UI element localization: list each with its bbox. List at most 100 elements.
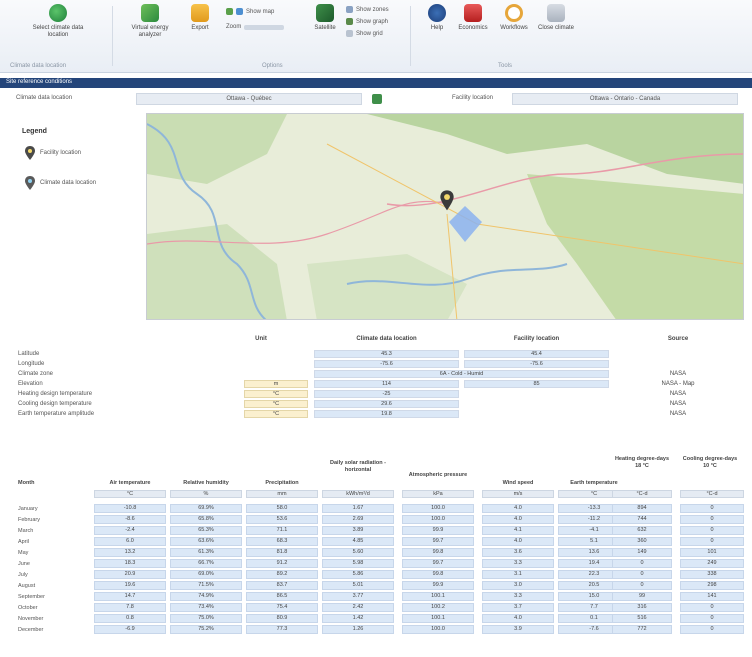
table-cell[interactable]: 249 (680, 559, 744, 568)
table-cell[interactable]: 99 (612, 592, 672, 601)
export-button[interactable]: Export (186, 4, 214, 32)
table-cell[interactable]: 3.89 (322, 526, 394, 535)
table-cell[interactable]: 99.9 (402, 526, 474, 535)
table-cell[interactable]: -8.6 (94, 515, 166, 524)
table-cell[interactable]: 5.01 (322, 581, 394, 590)
table-cell[interactable]: 3.9 (482, 625, 554, 634)
table-cell[interactable]: 0 (612, 559, 672, 568)
satellite-button[interactable]: Satellite (312, 4, 338, 32)
table-cell[interactable]: 0 (680, 515, 744, 524)
table-cell[interactable]: 19.6 (94, 581, 166, 590)
table-cell[interactable]: 81.8 (246, 548, 318, 557)
table-cell[interactable]: 0 (612, 581, 672, 590)
table-cell[interactable]: 66.7% (170, 559, 242, 568)
table-cell[interactable]: 5.86 (322, 570, 394, 579)
table-cell[interactable]: 75.0% (170, 614, 242, 623)
table-cell[interactable]: 149 (612, 548, 672, 557)
table-cell[interactable]: 338 (680, 570, 744, 579)
table-cell[interactable]: 3.0 (482, 581, 554, 590)
table-cell[interactable]: 99.7 (402, 537, 474, 546)
energy-analyzer-button[interactable]: Virtual energy analyzer (130, 4, 170, 39)
show-graph-toggle[interactable]: Show graph (346, 18, 388, 25)
table-cell[interactable]: 99.8 (402, 570, 474, 579)
climate-zone-select[interactable]: 6A - Cold - Humid (314, 370, 609, 378)
table-cell[interactable]: 91.2 (246, 559, 318, 568)
unit-select[interactable]: % (170, 490, 242, 498)
unit-select[interactable]: °C-d (680, 490, 744, 498)
table-cell[interactable]: 4.0 (482, 515, 554, 524)
table-cell[interactable]: 75.2% (170, 625, 242, 634)
zoom-slider[interactable] (244, 24, 285, 30)
climate-value[interactable]: 29.6 (314, 400, 459, 408)
table-cell[interactable]: 75.4 (246, 603, 318, 612)
table-cell[interactable]: 100.1 (402, 592, 474, 601)
table-cell[interactable]: 53.6 (246, 515, 318, 524)
location-map-icon[interactable] (372, 94, 382, 104)
table-cell[interactable]: 69.0% (170, 570, 242, 579)
climate-value[interactable]: 114 (314, 380, 459, 388)
select-location-button[interactable]: Select climate data location (30, 4, 86, 39)
table-cell[interactable]: 86.5 (246, 592, 318, 601)
table-cell[interactable]: 13.2 (94, 548, 166, 557)
table-cell[interactable]: 772 (612, 625, 672, 634)
table-cell[interactable]: 83.7 (246, 581, 318, 590)
table-cell[interactable]: 3.7 (482, 603, 554, 612)
climate-value[interactable]: -75.6 (314, 360, 459, 368)
show-grid-toggle[interactable]: Show grid (346, 30, 383, 37)
table-cell[interactable]: 3.77 (322, 592, 394, 601)
table-cell[interactable]: 0 (680, 614, 744, 623)
table-cell[interactable]: 65.3% (170, 526, 242, 535)
table-cell[interactable]: 4.85 (322, 537, 394, 546)
show-zones-toggle[interactable]: Show zones (346, 6, 389, 13)
table-cell[interactable]: 99.9 (402, 581, 474, 590)
table-cell[interactable]: 516 (612, 614, 672, 623)
table-cell[interactable]: -2.4 (94, 526, 166, 535)
show-map-toggle[interactable]: Show map (226, 8, 274, 15)
table-cell[interactable]: 5.98 (322, 559, 394, 568)
climate-value[interactable]: 45.3 (314, 350, 459, 358)
table-cell[interactable]: 316 (612, 603, 672, 612)
table-cell[interactable]: 3.3 (482, 559, 554, 568)
climate-value[interactable]: 19.8 (314, 410, 459, 418)
table-cell[interactable]: 100.2 (402, 603, 474, 612)
table-cell[interactable]: 3.1 (482, 570, 554, 579)
table-cell[interactable]: 632 (612, 526, 672, 535)
table-cell[interactable]: 0 (680, 504, 744, 513)
table-cell[interactable]: 0 (680, 526, 744, 535)
table-cell[interactable]: 0 (680, 537, 744, 546)
table-cell[interactable]: 4.0 (482, 537, 554, 546)
table-cell[interactable]: 1.67 (322, 504, 394, 513)
facility-value[interactable]: 85 (464, 380, 609, 388)
table-cell[interactable]: -6.9 (94, 625, 166, 634)
table-cell[interactable]: 74.9% (170, 592, 242, 601)
table-cell[interactable]: 68.3 (246, 537, 318, 546)
table-cell[interactable]: 4.0 (482, 504, 554, 513)
unit-select[interactable]: °C (94, 490, 166, 498)
table-cell[interactable]: 2.42 (322, 603, 394, 612)
table-cell[interactable]: 63.6% (170, 537, 242, 546)
close-button[interactable]: Close climate (538, 4, 574, 32)
unit-select[interactable]: °C (244, 400, 308, 408)
table-cell[interactable]: 100.0 (402, 515, 474, 524)
table-cell[interactable]: 100.0 (402, 625, 474, 634)
facility-value[interactable]: 45.4 (464, 350, 609, 358)
table-cell[interactable]: 71.5% (170, 581, 242, 590)
table-cell[interactable]: 80.9 (246, 614, 318, 623)
table-cell[interactable]: 4.1 (482, 526, 554, 535)
unit-select[interactable]: kWh/m²/d (322, 490, 394, 498)
table-cell[interactable]: 20.9 (94, 570, 166, 579)
facility-marker-icon[interactable] (439, 190, 455, 212)
table-cell[interactable]: 1.42 (322, 614, 394, 623)
table-cell[interactable]: 744 (612, 515, 672, 524)
table-cell[interactable]: 18.3 (94, 559, 166, 568)
unit-select[interactable]: m (244, 380, 308, 388)
table-cell[interactable]: 5.60 (322, 548, 394, 557)
facility-location-field[interactable]: Ottawa - Ontario - Canada (512, 93, 738, 105)
workflows-button[interactable]: Workflows (496, 4, 532, 32)
unit-select[interactable]: °C (244, 410, 308, 418)
table-cell[interactable]: 58.0 (246, 504, 318, 513)
table-cell[interactable]: 360 (612, 537, 672, 546)
table-cell[interactable]: 69.9% (170, 504, 242, 513)
map-view[interactable] (146, 113, 744, 320)
table-cell[interactable]: 4.0 (482, 614, 554, 623)
